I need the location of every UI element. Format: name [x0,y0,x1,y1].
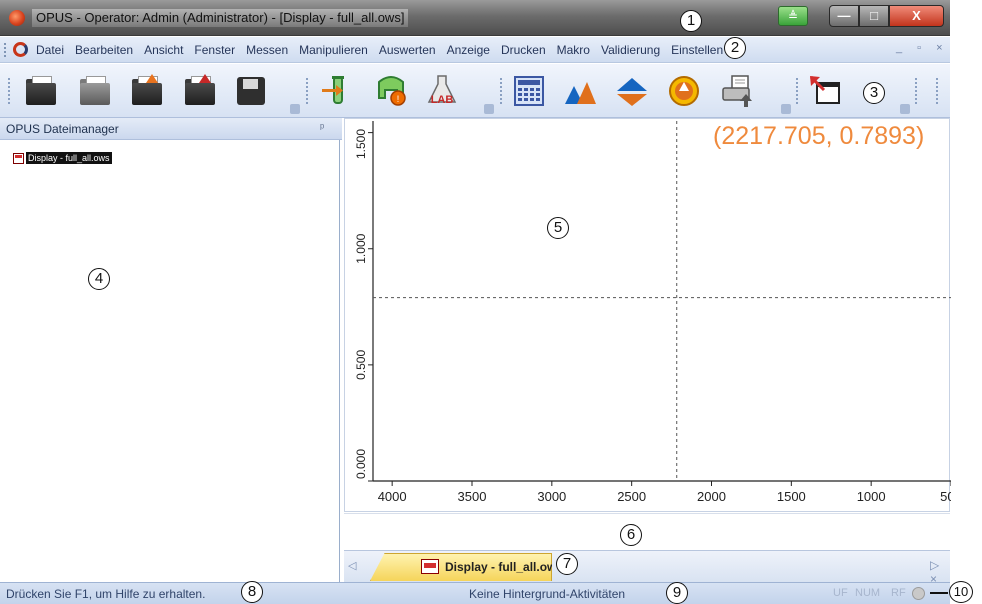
tree-item[interactable]: Display - full_all.ows [13,151,112,165]
menu-manipulieren[interactable]: Manipulieren [299,43,368,57]
file-manager-header: OPUS Dateimanager ᵖ [0,118,342,140]
toolbar-overflow-button[interactable] [484,104,494,114]
callout-7: 7 [556,553,578,575]
tab-display-full-all[interactable]: Display - full_all.ows [370,553,552,581]
overview-panel[interactable] [344,513,950,551]
menu-auswerten[interactable]: Auswerten [379,43,436,57]
status-indicator-rf: RF [891,587,906,599]
menu-einstellen[interactable]: Einstellen [671,43,723,57]
open-folder-icon[interactable] [24,74,58,108]
spectrum-plot[interactable]: 0.000 0.500 1.000 1.500 4000 3500 3000 2500 2000… [344,118,951,513]
x-tick-label: 3000 [537,489,566,504]
status-indicator-uf: UF [833,587,848,599]
x-tick-label: 2000 [697,489,726,504]
document-tab-bar: ◁ Display - full_all.ows ▷ × [344,551,950,586]
tree-item-label: Display - full_all.ows [26,152,112,164]
y-tick-label: 1.500 [354,129,368,159]
minimize-button[interactable]: — [829,5,859,27]
menu-fenster[interactable]: Fenster [194,43,235,57]
callout-6: 6 [620,524,642,546]
calculator-icon[interactable] [512,74,546,108]
y-tick-label: 0.000 [354,449,368,479]
menu-datei[interactable]: Datei [36,43,64,57]
opus-logo-icon[interactable] [13,42,28,57]
x-tick-label: 4000 [378,489,407,504]
menu-ansicht[interactable]: Ansicht [144,43,183,57]
opus-app-icon[interactable] [9,10,25,26]
status-help-text: Drücken Sie F1, um Hilfe zu erhalten. [6,587,206,601]
callout-8: 8 [241,581,263,603]
status-bar: Drücken Sie F1, um Hilfe zu erhalten. Ke… [0,582,950,604]
menu-bearbeiten[interactable]: Bearbeiten [75,43,133,57]
save-icon[interactable] [234,74,268,108]
callout-10-leader [930,592,948,594]
pin-icon[interactable]: ᵖ [320,122,324,134]
svg-text:!: ! [397,94,400,104]
x-tick-label: 500 [940,489,951,504]
tab-scroll-left-button[interactable]: ◁ [348,559,356,572]
spectrum-plot-canvas[interactable]: 0.000 0.500 1.000 1.500 4000 3500 3000 2500 2000… [345,119,951,513]
maximize-button[interactable]: □ [859,5,889,27]
tab-label: Display - full_all.ows [445,560,564,574]
spectrum-display-icon [421,559,439,574]
callout-3: 3 [863,82,885,104]
toolbar-overflow-button[interactable] [290,104,300,114]
toolbar-grip[interactable] [306,78,309,104]
menu-bar: Datei Bearbeiten Ansicht Fenster Messen … [0,37,950,63]
open-folder-red-icon[interactable] [183,74,217,108]
callout-10: 10 [949,581,973,603]
x-tick-label: 1500 [777,489,806,504]
lab-icon[interactable]: LAB [425,74,459,108]
spectrum-file-icon [13,152,24,164]
menu-messen[interactable]: Messen [246,43,288,57]
y-tick-label: 1.000 [354,233,368,263]
callout-4: 4 [88,268,110,290]
title-bar: OPUS - Operator: Admin (Administrator) -… [0,0,950,36]
file-manager-title: OPUS Dateimanager [6,122,119,136]
window-arrow-icon[interactable] [808,74,842,108]
file-manager-panel [0,140,340,582]
mdi-window-controls[interactable]: _ ▫ × [896,42,949,54]
x-tick-label: 2500 [617,489,646,504]
upload-button[interactable]: ≜ [778,6,808,26]
menu-makro[interactable]: Makro [557,43,590,57]
menu-drucken[interactable]: Drucken [501,43,546,57]
menu-anzeige[interactable]: Anzeige [447,43,490,57]
callout-2: 2 [724,37,746,59]
baseline-icon[interactable] [615,74,649,108]
toolbar-grip[interactable] [796,78,799,104]
window-title: OPUS - Operator: Admin (Administrator) -… [32,9,409,27]
open-folder-arrow-icon[interactable] [130,74,164,108]
svg-text:LAB: LAB [431,94,454,106]
printer-icon[interactable] [720,74,754,108]
toolbar-grip[interactable] [500,78,503,104]
toolbar-grip[interactable] [936,78,939,104]
bulb-icon[interactable]: ! [374,74,408,108]
toolbar: ! LAB [0,64,950,118]
callout-1: 1 [680,10,702,32]
toolbar-grip[interactable] [915,78,918,104]
y-tick-label: 0.500 [354,350,368,380]
x-tick-label: 3500 [458,489,487,504]
cursor-coordinates: (2217.705, 0.7893) [713,122,925,150]
close-button[interactable]: X [889,5,944,27]
toolbar-overflow-button[interactable] [781,104,791,114]
toolbar-grip[interactable] [8,78,11,104]
menu-items: Datei Bearbeiten Ansicht Fenster Messen … [36,37,752,63]
flask-arrow-icon[interactable] [320,74,354,108]
status-indicator-num: NUM [855,587,881,599]
menu-validierung[interactable]: Validierung [601,43,660,57]
menu-grip[interactable] [4,43,7,57]
open-folder-grey-icon[interactable] [78,74,112,108]
peaks-icon[interactable] [563,74,597,108]
status-activity-text: Keine Hintergrund-Aktivitäten [469,587,626,601]
toolbar-overflow-button[interactable] [900,104,910,114]
callout-5: 5 [547,217,569,239]
callout-9: 9 [666,582,688,604]
status-led-icon [912,587,925,600]
target-icon[interactable] [667,74,701,108]
x-tick-label: 1000 [857,489,886,504]
